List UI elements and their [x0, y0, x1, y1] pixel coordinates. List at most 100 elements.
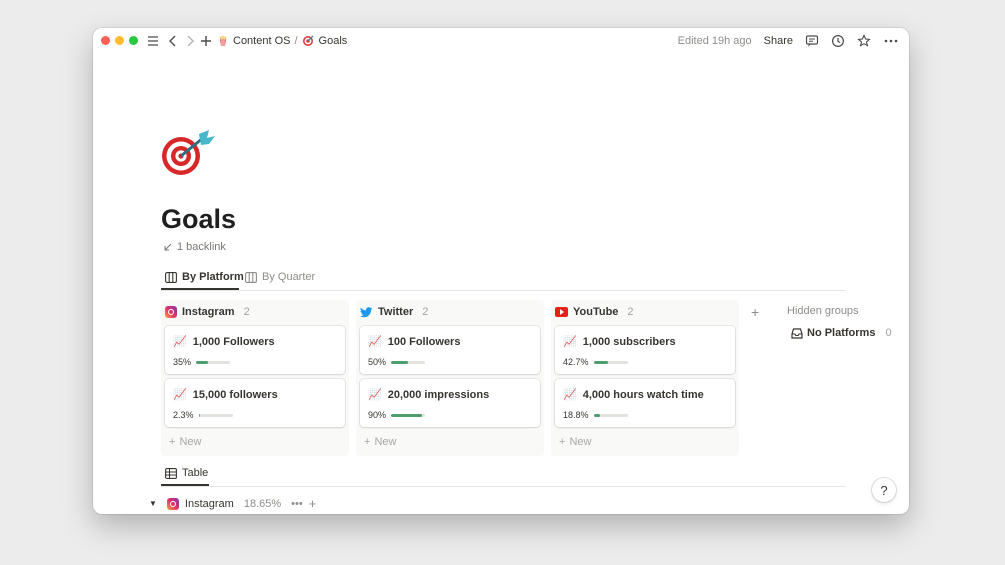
- goal-card[interactable]: 📈 1,000 Followers 35%: [165, 326, 345, 374]
- page-title[interactable]: Goals: [161, 204, 236, 235]
- no-platforms-group[interactable]: No Platforms 0: [791, 327, 892, 339]
- progress-bar: [593, 360, 628, 364]
- favorite-star-icon[interactable]: [857, 34, 871, 48]
- column-name: Twitter: [378, 306, 414, 318]
- plus-icon: +: [169, 436, 176, 448]
- share-button[interactable]: Share: [764, 35, 793, 47]
- board-view-icon: [245, 271, 257, 283]
- new-card-button[interactable]: + New: [559, 436, 591, 448]
- minimize-window-button[interactable]: [115, 36, 124, 45]
- youtube-icon: [555, 307, 568, 317]
- new-card-label: New: [374, 436, 397, 448]
- progress-bar: [196, 360, 231, 364]
- table-view-icon: [165, 467, 177, 479]
- chart-increasing-icon: 📈: [368, 389, 382, 401]
- collapse-triangle-icon[interactable]: ▼: [149, 499, 157, 508]
- history-clock-icon[interactable]: [831, 34, 845, 48]
- board-column-youtube: YouTube 2 📈 1,000 subscribers 42.7% 📈 4,00…: [551, 300, 739, 456]
- help-button[interactable]: ?: [872, 478, 896, 502]
- goal-card[interactable]: 📈 4,000 hours watch time 18.8%: [555, 379, 735, 427]
- card-title: 15,000 followers: [192, 388, 278, 401]
- board-column-instagram: Instagram 2 📈 1,000 Followers 35% 📈 15,000…: [161, 300, 349, 456]
- forward-arrow-icon[interactable]: [183, 34, 197, 48]
- progress-bar: [391, 360, 426, 364]
- app-window: Content OS / Goals Edited 19h ago Share …: [93, 28, 909, 514]
- plus-icon: +: [364, 436, 371, 448]
- table-view-tabs: Table: [161, 464, 845, 487]
- progress-label: 35%: [173, 357, 192, 367]
- chart-increasing-icon: 📈: [563, 336, 577, 348]
- column-header[interactable]: Twitter 2: [360, 304, 428, 320]
- backlink-arrow-icon: [164, 243, 172, 251]
- no-platforms-count: 0: [885, 327, 892, 339]
- tab-by-quarter-label: By Quarter: [262, 271, 316, 283]
- table-group-row: ▼ Instagram 18.65% ••• +: [149, 496, 316, 511]
- breadcrumb-page[interactable]: Goals: [319, 35, 348, 47]
- progress-label: 50%: [368, 357, 387, 367]
- card-title: 1,000 subscribers: [582, 335, 676, 348]
- inbox-tray-icon: [791, 327, 803, 339]
- instagram-icon: [166, 497, 179, 510]
- group-add-plus-icon[interactable]: +: [309, 496, 317, 511]
- goal-card[interactable]: 📈 1,000 subscribers 42.7%: [555, 326, 735, 374]
- goal-card[interactable]: 📈 100 Followers 50%: [360, 326, 540, 374]
- progress-label: 90%: [368, 410, 387, 420]
- instagram-icon: [165, 306, 177, 318]
- add-group-plus-icon[interactable]: +: [751, 304, 759, 320]
- edited-timestamp: Edited 19h ago: [677, 35, 752, 47]
- goal-card[interactable]: 📈 15,000 followers 2.3%: [165, 379, 345, 427]
- progress-label: 2.3%: [173, 410, 194, 420]
- popcorn-icon: [219, 35, 227, 46]
- tab-by-platform[interactable]: By Platform: [165, 271, 244, 283]
- tab-table-label: Table: [182, 467, 209, 479]
- column-header[interactable]: Instagram 2: [165, 304, 250, 320]
- progress-fill: [593, 360, 609, 364]
- target-dart-icon: [302, 35, 314, 46]
- no-platforms-label: No Platforms: [807, 327, 876, 339]
- column-count: 2: [422, 306, 429, 318]
- tab-by-platform-label: By Platform: [182, 271, 244, 283]
- card-title: 4,000 hours watch time: [582, 388, 704, 401]
- breadcrumb-separator: /: [294, 34, 298, 47]
- tab-by-quarter[interactable]: By Quarter: [245, 271, 315, 283]
- group-aggregate: 18.65%: [243, 497, 282, 510]
- chart-increasing-icon: 📈: [563, 389, 577, 401]
- topbar-actions: Edited 19h ago Share: [678, 34, 899, 48]
- progress-fill: [198, 413, 200, 417]
- plus-icon: +: [559, 436, 566, 448]
- comments-icon[interactable]: [805, 34, 819, 48]
- new-card-button[interactable]: + New: [169, 436, 201, 448]
- page-target-dart-icon[interactable]: [159, 128, 217, 178]
- breadcrumb-workspace[interactable]: Content OS: [233, 35, 290, 47]
- hidden-groups-label: Hidden groups: [787, 305, 859, 317]
- group-name[interactable]: Instagram: [185, 498, 234, 510]
- column-name: Instagram: [182, 306, 235, 318]
- column-name: YouTube: [573, 306, 619, 318]
- zoom-window-button[interactable]: [129, 36, 138, 45]
- backlink[interactable]: 1 backlink: [163, 241, 226, 253]
- board-column-twitter: Twitter 2 📈 100 Followers 50% 📈 20,000 imp…: [356, 300, 544, 456]
- tab-table[interactable]: Table: [165, 467, 208, 479]
- new-card-label: New: [179, 436, 202, 448]
- back-arrow-icon[interactable]: [166, 34, 180, 48]
- group-more-icon[interactable]: •••: [291, 498, 303, 510]
- goal-card[interactable]: 📈 20,000 impressions 90%: [360, 379, 540, 427]
- board-view-icon: [165, 271, 177, 283]
- progress-fill: [593, 413, 600, 417]
- new-card-button[interactable]: + New: [364, 436, 396, 448]
- card-title: 100 Followers: [387, 335, 461, 348]
- progress-fill: [391, 413, 422, 417]
- chart-increasing-icon: 📈: [173, 389, 187, 401]
- chart-increasing-icon: 📈: [173, 336, 187, 348]
- twitter-icon: [360, 306, 373, 317]
- column-header[interactable]: YouTube 2: [555, 304, 634, 320]
- sidebar-menu-icon[interactable]: [146, 34, 160, 48]
- close-window-button[interactable]: [101, 36, 110, 45]
- progress-fill: [196, 360, 208, 364]
- new-page-plus-icon[interactable]: [199, 34, 213, 48]
- more-options-icon[interactable]: [883, 34, 899, 48]
- view-tabs: By Platform By Quarter: [161, 268, 845, 291]
- column-count: 2: [627, 306, 634, 318]
- chart-increasing-icon: 📈: [368, 336, 382, 348]
- card-title: 1,000 Followers: [192, 335, 275, 348]
